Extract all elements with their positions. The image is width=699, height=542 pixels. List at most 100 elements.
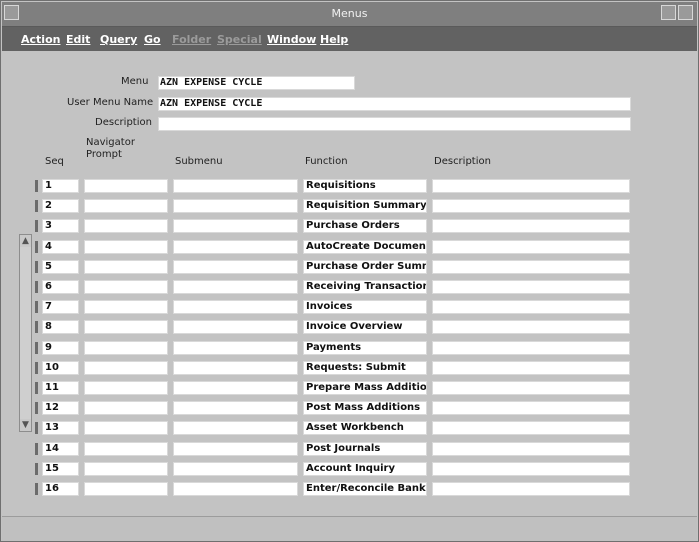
submenu-cell[interactable] [173, 199, 298, 214]
function-cell[interactable]: Requisition Summary [303, 199, 427, 214]
submenu-cell[interactable] [173, 482, 298, 496]
seq-cell[interactable]: 13 [42, 421, 79, 436]
seq-cell[interactable]: 14 [42, 441, 79, 456]
function-cell[interactable]: Requisitions [303, 179, 427, 193]
seq-cell[interactable]: 15 [42, 461, 79, 476]
navigator-prompt-cell[interactable] [84, 320, 168, 335]
description-cell[interactable] [432, 340, 630, 355]
seq-cell[interactable]: 1 [42, 179, 79, 193]
function-cell[interactable]: Payments [303, 340, 427, 355]
seq-cell[interactable]: 5 [42, 259, 79, 274]
description-cell[interactable] [432, 239, 630, 254]
function-cell[interactable]: Invoices [303, 300, 427, 315]
seq-cell[interactable]: 2 [42, 199, 79, 214]
function-cell[interactable]: Account Inquiry [303, 461, 427, 476]
description-field[interactable] [158, 117, 631, 131]
user-menu-name-field[interactable]: AZN EXPENSE CYCLE [158, 97, 631, 111]
menu-special[interactable]: Special [217, 33, 262, 46]
submenu-cell[interactable] [173, 219, 298, 234]
menu-go[interactable]: Go [144, 33, 161, 46]
navigator-prompt-cell[interactable] [84, 381, 168, 395]
function-cell[interactable]: Requests: Submit [303, 360, 427, 375]
function-cell[interactable]: Asset Workbench [303, 421, 427, 436]
menu-help[interactable]: Help [320, 33, 348, 46]
submenu-cell[interactable] [173, 360, 298, 375]
description-cell[interactable] [432, 461, 630, 476]
submenu-cell[interactable] [173, 421, 298, 436]
navigator-prompt-cell[interactable] [84, 239, 168, 254]
description-cell[interactable] [432, 300, 630, 315]
navigator-prompt-cell[interactable] [84, 280, 168, 294]
menu-query[interactable]: Query [100, 33, 137, 46]
navigator-prompt-cell[interactable] [84, 340, 168, 355]
submenu-cell[interactable] [173, 401, 298, 416]
menu-window[interactable]: Window [267, 33, 316, 46]
seq-cell[interactable]: 11 [42, 381, 79, 395]
description-cell[interactable] [432, 441, 630, 456]
navigator-prompt-cell[interactable] [84, 179, 168, 193]
navigator-prompt-cell[interactable] [84, 199, 168, 214]
function-cell[interactable]: Purchase Order Summar [303, 259, 427, 274]
function-cell[interactable]: Prepare Mass Additions [303, 381, 427, 395]
submenu-cell[interactable] [173, 280, 298, 294]
function-cell[interactable]: Post Journals [303, 441, 427, 456]
navigator-prompt-cell[interactable] [84, 441, 168, 456]
navigator-prompt-cell[interactable] [84, 482, 168, 496]
submenu-cell[interactable] [173, 320, 298, 335]
description-cell[interactable] [432, 280, 630, 294]
menu-edit[interactable]: Edit [66, 33, 90, 46]
navigator-prompt-cell[interactable] [84, 259, 168, 274]
seq-cell[interactable]: 10 [42, 360, 79, 375]
description-cell[interactable] [432, 199, 630, 214]
submenu-cell[interactable] [173, 259, 298, 274]
header-seq: Seq [45, 156, 64, 167]
table-row: 9 Payments [9, 340, 689, 359]
description-cell[interactable] [432, 219, 630, 234]
submenu-cell[interactable] [173, 381, 298, 395]
seq-cell[interactable]: 16 [42, 482, 79, 496]
menu-field[interactable]: AZN EXPENSE CYCLE [158, 76, 355, 90]
description-cell[interactable] [432, 360, 630, 375]
table-row: 10 Requests: Submit [9, 360, 689, 379]
row-marker [35, 361, 38, 374]
seq-cell[interactable]: 9 [42, 340, 79, 355]
description-cell[interactable] [432, 381, 630, 395]
seq-cell[interactable]: 7 [42, 300, 79, 315]
menu-folder[interactable]: Folder [172, 33, 211, 46]
description-cell[interactable] [432, 482, 630, 496]
menu-action[interactable]: Action [21, 33, 60, 46]
function-cell[interactable]: Enter/Reconcile Bank Sta [303, 482, 427, 496]
function-cell[interactable]: Invoice Overview [303, 320, 427, 335]
navigator-prompt-cell[interactable] [84, 300, 168, 315]
function-cell[interactable]: AutoCreate Documents [303, 239, 427, 254]
minimize-icon[interactable] [661, 5, 676, 20]
submenu-cell[interactable] [173, 300, 298, 315]
row-marker [35, 180, 38, 192]
description-cell[interactable] [432, 259, 630, 274]
description-label: Description [95, 117, 152, 128]
seq-cell[interactable]: 3 [42, 219, 79, 234]
description-cell[interactable] [432, 179, 630, 193]
function-cell[interactable]: Purchase Orders [303, 219, 427, 234]
navigator-prompt-cell[interactable] [84, 461, 168, 476]
submenu-cell[interactable] [173, 441, 298, 456]
navigator-prompt-cell[interactable] [84, 421, 168, 436]
navigator-prompt-cell[interactable] [84, 219, 168, 234]
navigator-prompt-cell[interactable] [84, 401, 168, 416]
seq-cell[interactable]: 12 [42, 401, 79, 416]
row-marker [35, 442, 38, 455]
submenu-cell[interactable] [173, 461, 298, 476]
submenu-cell[interactable] [173, 179, 298, 193]
navigator-prompt-cell[interactable] [84, 360, 168, 375]
description-cell[interactable] [432, 401, 630, 416]
seq-cell[interactable]: 4 [42, 239, 79, 254]
description-cell[interactable] [432, 421, 630, 436]
description-cell[interactable] [432, 320, 630, 335]
maximize-icon[interactable] [678, 5, 693, 20]
seq-cell[interactable]: 8 [42, 320, 79, 335]
function-cell[interactable]: Post Mass Additions [303, 401, 427, 416]
submenu-cell[interactable] [173, 340, 298, 355]
function-cell[interactable]: Receiving Transactions [303, 280, 427, 294]
seq-cell[interactable]: 6 [42, 280, 79, 294]
submenu-cell[interactable] [173, 239, 298, 254]
